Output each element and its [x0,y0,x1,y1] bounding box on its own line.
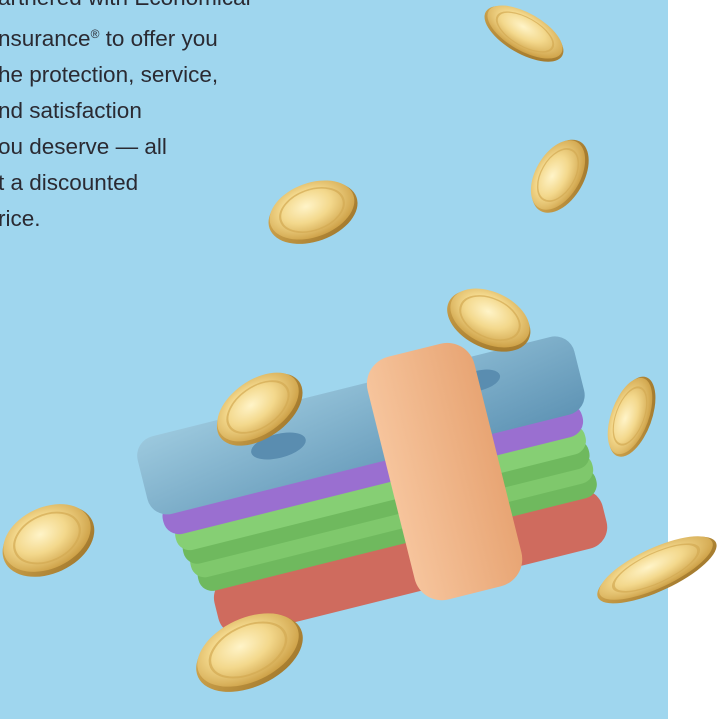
gold-coin-icon [0,488,107,592]
gold-coin-icon [517,128,602,224]
money-illustration [0,0,720,709]
gold-coin-icon [474,0,574,74]
gold-coin-icon [258,167,368,257]
gold-coin-icon [587,521,720,618]
gold-coin-icon [597,369,666,464]
money-stack-icon [137,336,608,636]
